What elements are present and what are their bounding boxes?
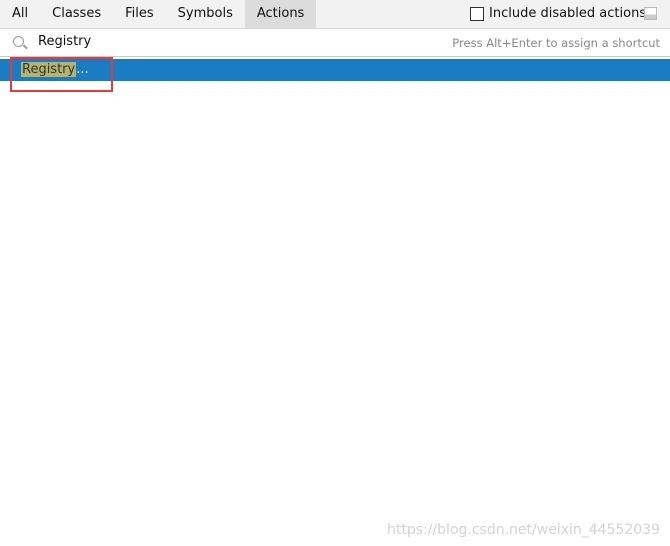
watermark: https://blog.csdn.net/weixin_44552039: [386, 522, 660, 538]
search-input[interactable]: [38, 34, 208, 49]
search-bar: Press Alt+Enter to assign a shortcut: [0, 29, 670, 57]
tab-all[interactable]: All: [0, 0, 40, 28]
tab-classes[interactable]: Classes: [40, 0, 113, 28]
annotation-box: [10, 57, 113, 92]
tab-symbols[interactable]: Symbols: [166, 0, 245, 28]
pin-window-icon[interactable]: [644, 7, 657, 20]
shortcut-hint: Press Alt+Enter to assign a shortcut: [452, 36, 660, 50]
tab-files[interactable]: Files: [113, 0, 166, 28]
include-disabled-label: Include disabled actions: [489, 6, 647, 21]
tab-actions[interactable]: Actions: [244, 0, 317, 28]
search-icon: [13, 36, 24, 47]
include-disabled-checkbox[interactable]: Include disabled actions: [470, 6, 646, 21]
checkbox-icon[interactable]: [470, 6, 484, 21]
